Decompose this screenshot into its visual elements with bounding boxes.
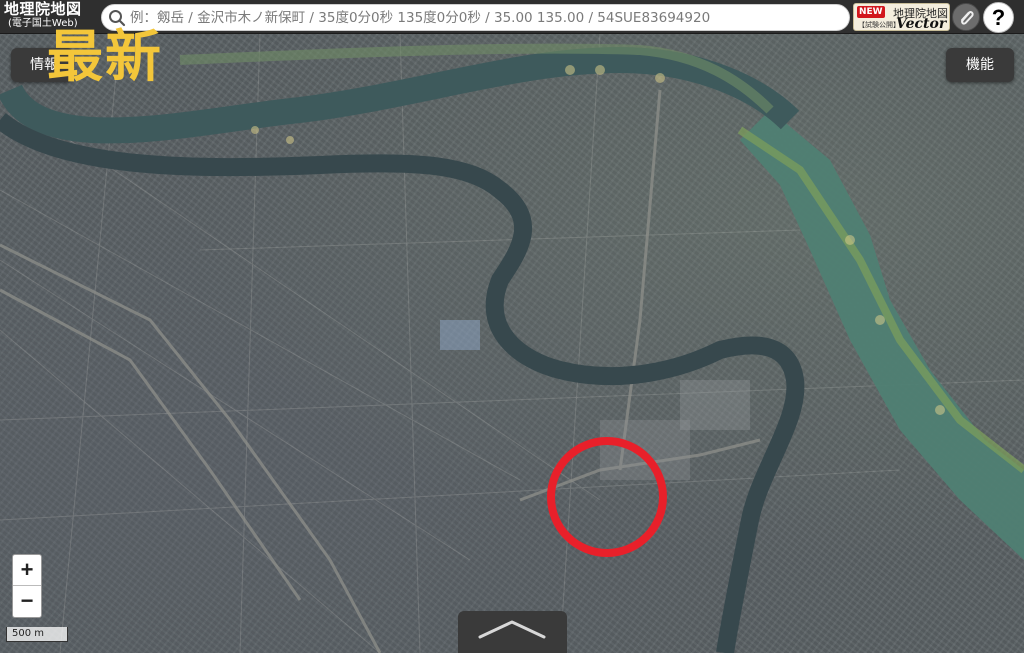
search-input[interactable] [130,6,842,30]
chevron-up-icon [478,620,546,639]
new-badge: NEW [857,6,885,18]
aerial-map[interactable] [0,34,1024,653]
trial-label: 【試験公開】 [858,21,900,29]
help-button[interactable]: ? [983,2,1014,33]
zoom-in-button[interactable]: + [13,555,41,586]
wide-river [740,110,1024,560]
latest-stamp: 最新 [47,25,163,90]
scale-bar: 500 m [6,627,68,642]
logo-title: 地理院地図 [4,0,82,18]
paperclip-icon [961,11,974,25]
search-box [101,4,850,31]
winding-river [0,112,805,653]
zoom-out-button[interactable]: − [13,586,41,617]
vector-label: Vector [896,16,947,32]
vector-map-button[interactable]: NEW 【試験公開】 地理院地図 Vector [853,3,950,32]
bottom-panel-toggle[interactable] [458,611,567,653]
zoom-control: + − [12,554,42,618]
function-button[interactable]: 機能 [946,48,1014,82]
share-link-button[interactable] [952,3,980,31]
map-imagery [0,34,1024,653]
